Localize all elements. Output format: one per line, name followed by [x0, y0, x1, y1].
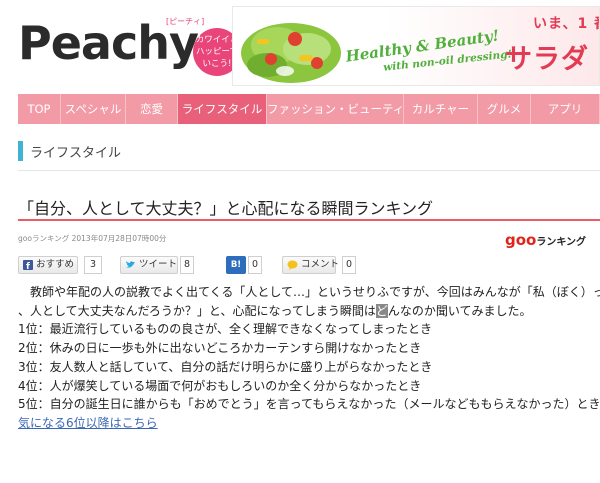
comment-button[interactable]: コメント [282, 256, 340, 274]
nav-item-apps[interactable]: アプリ [531, 94, 600, 124]
share-bar: f おすすめ 3 ツイート 8 B! 0 コメント 0 [18, 256, 418, 274]
banner-headline-top: いま、1 番 [533, 16, 599, 32]
twitter-bird-icon [126, 260, 135, 268]
nav-item-special[interactable]: スペシャル [61, 94, 126, 124]
selected-text[interactable]: ど [375, 303, 388, 318]
more-ranking-link[interactable]: 気になる6位以降はこちら [18, 416, 158, 430]
goo-ranking-logo[interactable]: gooランキング [505, 230, 586, 249]
nav-item-culture[interactable]: カルチャー [404, 94, 478, 124]
rank-item: 2位：休みの日に一歩も外に出ないどころかカーテンすら開けなかったとき [18, 341, 422, 356]
nav-item-fashion-beauty[interactable]: ファッション・ビューティ [267, 94, 404, 124]
facebook-recommend-button[interactable]: f おすすめ [18, 256, 78, 274]
main-nav: TOP スペシャル 恋愛 ライフスタイル ファッション・ビューティ カルチャー … [18, 94, 600, 124]
logo-ruby: [ピーチィ] [166, 17, 205, 26]
category-heading: ライフスタイル [18, 139, 600, 163]
salad-image [241, 23, 341, 83]
goo-wordmark: goo [505, 231, 537, 249]
site-header: Peachy [ピーチィ] カワイイと ハッピーで いこう! Healthy &… [0, 0, 600, 92]
nav-item-lifestyle[interactable]: ライフスタイル [178, 94, 267, 124]
hatena-bookmark-button[interactable]: B! [226, 256, 246, 274]
recommend-label: おすすめ [36, 259, 75, 270]
rank-item: 5位：自分の誕生日に誰からも「おめでとう」を言ってもらえなかった（メールなどもも… [18, 397, 600, 412]
goo-ranking-label: ランキング [536, 237, 587, 248]
category-title: ライフスタイル [30, 146, 122, 161]
rank-item: 3位：友人数人と話していて、自分の話だけ明らかに盛り上がらなかったとき [18, 359, 433, 374]
tweet-button[interactable]: ツイート [120, 256, 178, 274]
article-meta: gooランキング 2013年07月28日07時00分 [18, 233, 166, 244]
title-underline [18, 219, 600, 221]
article-source: gooランキング [18, 234, 70, 243]
nav-item-gourmet[interactable]: グルメ [478, 94, 531, 124]
recommend-count: 3 [84, 256, 102, 274]
banner-headline: サラダ [505, 44, 589, 75]
facebook-icon: f [23, 259, 33, 270]
comment-label: コメント [301, 259, 340, 270]
tweet-count: 8 [180, 256, 194, 274]
tweet-label: ツイート [139, 259, 178, 270]
divider [18, 170, 600, 171]
svg-text:f: f [26, 262, 30, 270]
nav-item-love[interactable]: 恋愛 [126, 94, 178, 124]
nav-item-top[interactable]: TOP [18, 94, 61, 124]
rank-item: 4位：人が爆笑している場面で何がおもしろいのか全く分からなかったとき [18, 378, 422, 393]
ad-banner[interactable]: Healthy & Beauty! with non-oil dressing!… [232, 6, 600, 86]
intro-text: んなのか聞いてみました。 [387, 303, 532, 318]
rank-item: 1位：最近流行しているものの良さが、全く理解できなくなってしまったとき [18, 322, 432, 337]
article-title: 「自分、人として大丈夫？」と心配になる瞬間ランキング [18, 199, 434, 218]
intro-line: 教師や年配の人の説教でよく出てくる「人として…」というせりふですが、今回はみんな… [18, 285, 600, 299]
article-body: 教師や年配の人の説教でよく出てくる「人として…」というせりふですが、今回はみんな… [18, 283, 600, 433]
article-date: 2013年07月28日07時00分 [71, 234, 167, 243]
intro-text: 、人として大丈夫なんだろうか？」と、心配になってしまう瞬間は [18, 303, 376, 318]
comment-count: 0 [342, 256, 356, 274]
category-accent-bar [18, 141, 23, 161]
speech-bubble-icon [287, 260, 298, 270]
hatena-count: 0 [248, 256, 262, 274]
intro-line: 、人として大丈夫なんだろうか？」と、心配になってしまう瞬間はどんなのか聞いてみま… [18, 302, 600, 321]
peachy-logo[interactable]: Peachy [ピーチィ] カワイイと ハッピーで いこう! [18, 10, 241, 80]
